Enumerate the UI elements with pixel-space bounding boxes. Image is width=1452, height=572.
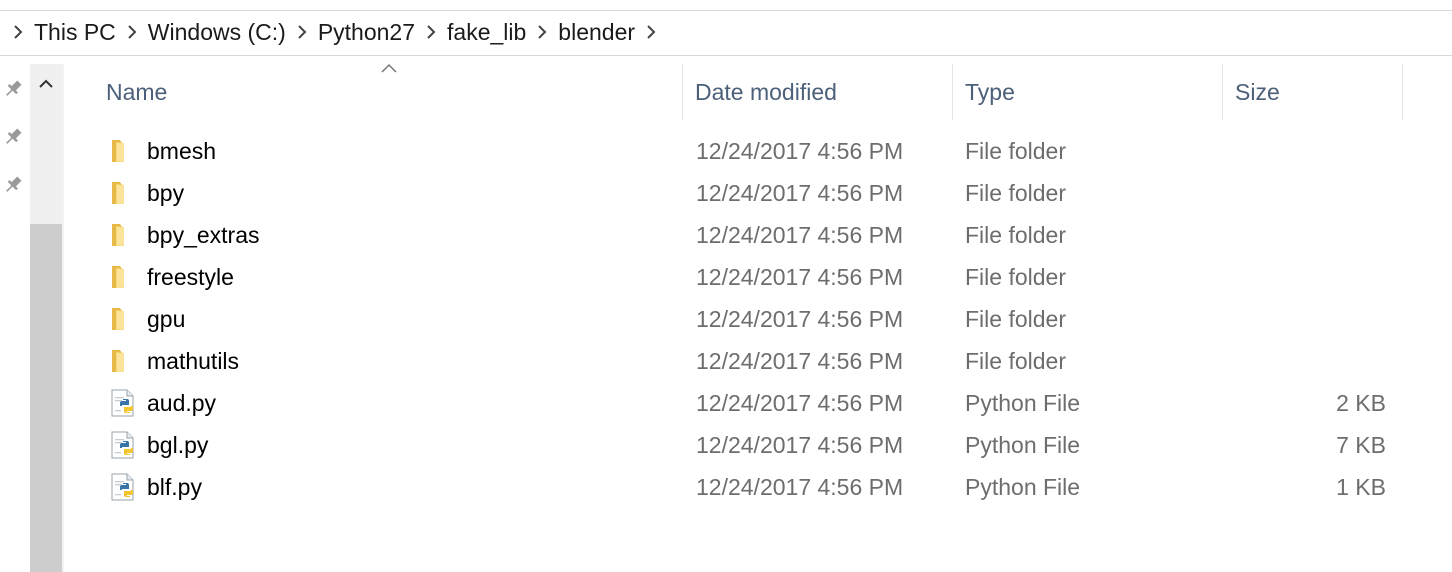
- vertical-scrollbar[interactable]: [30, 64, 62, 572]
- file-date-modified: 12/24/2017 4:56 PM: [696, 432, 904, 458]
- file-size: 2 KB: [1336, 390, 1386, 416]
- file-type: Python File: [965, 474, 1081, 500]
- file-row[interactable]: bgl.py 12/24/2017 4:56 PM Python File 7 KB: [64, 424, 1452, 466]
- breadcrumb-fake-lib[interactable]: fake_lib: [441, 19, 532, 46]
- file-type: File folder: [965, 138, 1066, 164]
- scrollbar-thumb[interactable]: [30, 224, 62, 572]
- folder-icon: [108, 346, 138, 376]
- column-header-size[interactable]: Size: [1223, 64, 1402, 120]
- file-date-modified: 12/24/2017 4:56 PM: [696, 390, 904, 416]
- file-type: File folder: [965, 222, 1066, 248]
- file-type: File folder: [965, 306, 1066, 332]
- breadcrumb-this-pc[interactable]: This PC: [28, 19, 122, 46]
- file-type: Python File: [965, 432, 1081, 458]
- python-file-icon: [108, 430, 138, 460]
- file-type: File folder: [965, 348, 1066, 374]
- breadcrumb: This PC Windows (C:) Python27 fake_lib b…: [0, 10, 661, 54]
- chevron-right-icon[interactable]: [421, 10, 441, 54]
- file-name: aud.py: [147, 390, 217, 416]
- file-name: bpy: [147, 180, 185, 206]
- column-separator[interactable]: [1402, 64, 1403, 120]
- column-header-date-modified[interactable]: Date modified: [683, 64, 952, 120]
- file-date-modified: 12/24/2017 4:56 PM: [696, 348, 904, 374]
- file-date-modified: 12/24/2017 4:56 PM: [696, 474, 904, 500]
- file-row[interactable]: mathutils 12/24/2017 4:56 PM File folder: [64, 340, 1452, 382]
- file-row[interactable]: freestyle 12/24/2017 4:56 PM File folder: [64, 256, 1452, 298]
- column-header-type[interactable]: Type: [953, 64, 1222, 120]
- file-date-modified: 12/24/2017 4:56 PM: [696, 222, 904, 248]
- file-row[interactable]: blf.py 12/24/2017 4:56 PM Python File 1 KB: [64, 466, 1452, 508]
- python-file-icon: [108, 472, 138, 502]
- file-row[interactable]: gpu 12/24/2017 4:56 PM File folder: [64, 298, 1452, 340]
- pin-icon[interactable]: [2, 78, 24, 100]
- folder-icon: [108, 136, 138, 166]
- file-row[interactable]: aud.py 12/24/2017 4:56 PM Python File 2 KB: [64, 382, 1452, 424]
- file-size: 1 KB: [1336, 474, 1386, 500]
- scroll-up-button[interactable]: [30, 64, 62, 104]
- folder-icon: [108, 178, 138, 208]
- python-file-icon: [108, 388, 138, 418]
- column-header-name[interactable]: Name: [94, 64, 682, 120]
- file-size: 7 KB: [1336, 432, 1386, 458]
- folder-icon: [108, 262, 138, 292]
- chevron-right-icon[interactable]: [532, 10, 552, 54]
- file-name: bmesh: [147, 138, 217, 164]
- file-name: bgl.py: [147, 432, 209, 458]
- chevron-right-icon[interactable]: [292, 10, 312, 54]
- pin-icon[interactable]: [2, 174, 24, 196]
- chevron-right-icon[interactable]: [8, 10, 28, 54]
- file-row[interactable]: bpy 12/24/2017 4:56 PM File folder: [64, 172, 1452, 214]
- file-name: blf.py: [147, 474, 202, 500]
- pin-icon[interactable]: [2, 126, 24, 148]
- chevron-up-icon: [39, 79, 53, 88]
- file-type: File folder: [965, 180, 1066, 206]
- column-header-row: Name Date modified Type Size: [64, 63, 1452, 120]
- file-row[interactable]: bmesh 12/24/2017 4:56 PM File folder: [64, 130, 1452, 172]
- chevron-right-icon[interactable]: [122, 10, 142, 54]
- file-date-modified: 12/24/2017 4:56 PM: [696, 138, 904, 164]
- folder-icon: [108, 220, 138, 250]
- file-name: bpy_extras: [147, 222, 260, 248]
- folder-icon: [108, 304, 138, 334]
- file-row[interactable]: bpy_extras 12/24/2017 4:56 PM File folder: [64, 214, 1452, 256]
- breadcrumb-blender[interactable]: blender: [552, 19, 641, 46]
- file-date-modified: 12/24/2017 4:56 PM: [696, 264, 904, 290]
- file-name: mathutils: [147, 348, 240, 374]
- navigation-pane: [0, 64, 30, 572]
- file-date-modified: 12/24/2017 4:56 PM: [696, 306, 904, 332]
- file-date-modified: 12/24/2017 4:56 PM: [696, 180, 904, 206]
- file-type: Python File: [965, 390, 1081, 416]
- file-name: freestyle: [147, 264, 234, 290]
- breadcrumb-windows-c[interactable]: Windows (C:): [142, 19, 292, 46]
- address-bar[interactable]: This PC Windows (C:) Python27 fake_lib b…: [0, 0, 1452, 64]
- file-name: gpu: [147, 306, 186, 332]
- breadcrumb-python27[interactable]: Python27: [312, 19, 421, 46]
- chevron-right-icon[interactable]: [641, 10, 661, 54]
- file-list: bmesh 12/24/2017 4:56 PM File folder bpy 12/…: [64, 130, 1452, 508]
- file-type: File folder: [965, 264, 1066, 290]
